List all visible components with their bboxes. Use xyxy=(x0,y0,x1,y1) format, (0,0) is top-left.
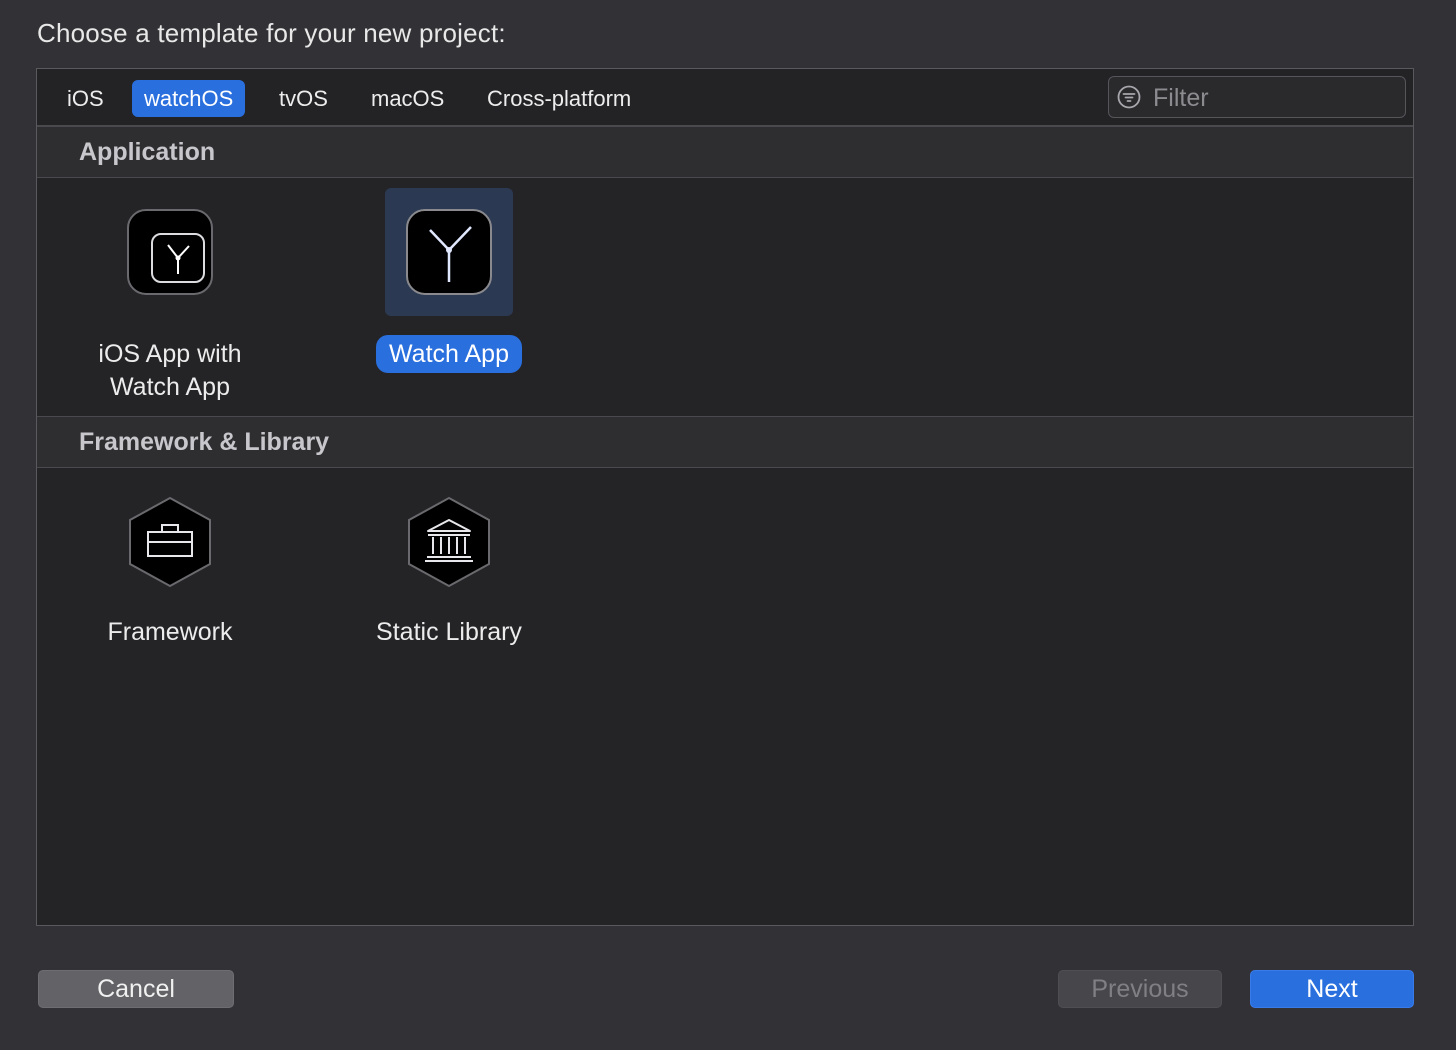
template-icon-box xyxy=(106,188,234,316)
filter-field[interactable] xyxy=(1108,76,1406,118)
toolbox-icon xyxy=(129,496,211,588)
cancel-button[interactable]: Cancel xyxy=(38,970,234,1008)
section-header-application: Application xyxy=(37,126,1413,178)
previous-button[interactable]: Previous xyxy=(1058,970,1222,1008)
template-label: Framework xyxy=(107,618,233,646)
framework-library-section: Framework Static Library xyxy=(37,468,1413,925)
template-ios-app-with-watch-app[interactable]: iOS App with Watch App xyxy=(80,188,260,408)
template-framework[interactable]: Framework xyxy=(80,496,260,656)
tab-ios[interactable]: iOS xyxy=(55,80,116,117)
application-section: iOS App with Watch App Watch App xyxy=(37,178,1413,416)
tab-tvos[interactable]: tvOS xyxy=(267,80,340,117)
section-title: Application xyxy=(79,138,216,166)
library-icon xyxy=(408,496,490,588)
template-label-line-1: iOS App with xyxy=(98,340,242,368)
filter-icon xyxy=(1117,85,1141,109)
template-panel: iOS watchOS tvOS macOS Cross-platform Ap… xyxy=(36,68,1414,926)
tab-watchos[interactable]: watchOS xyxy=(132,80,246,117)
platform-tab-bar: iOS watchOS tvOS macOS Cross-platform xyxy=(37,69,1413,126)
watch-icon xyxy=(406,209,492,295)
template-icon-box xyxy=(385,188,513,316)
watch-icon xyxy=(127,209,213,295)
template-static-library[interactable]: Static Library xyxy=(359,496,539,656)
tab-cross-platform[interactable]: Cross-platform xyxy=(475,80,643,117)
template-label-line-2: Watch App xyxy=(110,373,230,401)
section-header-framework-library: Framework & Library xyxy=(37,416,1413,468)
template-label: iOS App with Watch App xyxy=(80,338,260,404)
template-watch-app[interactable]: Watch App xyxy=(359,188,539,408)
template-label: Watch App xyxy=(359,335,539,373)
template-label-text: Watch App xyxy=(376,335,522,373)
template-label: Static Library xyxy=(376,618,522,646)
tab-macos[interactable]: macOS xyxy=(359,80,456,117)
next-button[interactable]: Next xyxy=(1250,970,1414,1008)
filter-input[interactable] xyxy=(1151,81,1395,115)
section-title: Framework & Library xyxy=(79,428,330,456)
dialog-prompt: Choose a template for your new project: xyxy=(37,18,506,48)
